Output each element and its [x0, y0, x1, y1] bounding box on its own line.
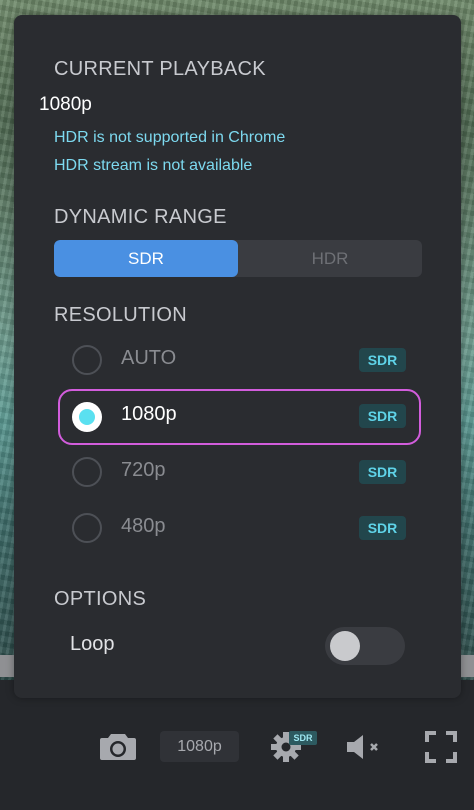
radio-button-selected[interactable] [72, 402, 102, 432]
loop-label: Loop [70, 633, 115, 655]
quality-button[interactable]: 1080p [160, 731, 239, 762]
current-playback-value: 1080p [39, 94, 92, 115]
loop-toggle[interactable] [325, 627, 405, 665]
radio-button[interactable] [72, 513, 102, 543]
resolution-option-auto[interactable]: AUTO SDR [58, 333, 421, 389]
resolution-label: AUTO [121, 347, 177, 369]
sdr-badge: SDR [359, 404, 406, 428]
radio-button[interactable] [72, 457, 102, 487]
settings-sdr-badge: SDR [289, 731, 317, 745]
resolution-heading: RESOLUTION [54, 304, 188, 326]
toggle-knob [330, 631, 360, 661]
resolution-option-1080p[interactable]: 1080p SDR [58, 389, 421, 445]
sdr-badge: SDR [359, 348, 406, 372]
resolution-label: 1080p [121, 403, 177, 425]
resolution-option-720p[interactable]: 720p SDR [58, 445, 421, 501]
resolution-label: 480p [121, 515, 166, 537]
volume-muted-icon[interactable] [346, 734, 382, 760]
hdr-option[interactable]: HDR [238, 240, 422, 277]
radio-button[interactable] [72, 345, 102, 375]
options-heading: OPTIONS [54, 588, 147, 610]
sdr-option[interactable]: SDR [54, 240, 238, 277]
dynamic-range-toggle: SDR HDR [54, 240, 422, 277]
camera-icon[interactable] [99, 731, 137, 761]
fullscreen-icon[interactable] [425, 731, 457, 763]
dynamic-range-heading: DYNAMIC RANGE [54, 206, 227, 228]
resolution-option-480p[interactable]: 480p SDR [58, 501, 421, 557]
sdr-badge: SDR [359, 460, 406, 484]
hdr-stream-note: HDR stream is not available [54, 157, 253, 174]
current-playback-heading: CURRENT PLAYBACK [54, 58, 266, 80]
sdr-badge: SDR [359, 516, 406, 540]
hdr-support-note: HDR is not supported in Chrome [54, 129, 286, 146]
resolution-label: 720p [121, 459, 166, 481]
